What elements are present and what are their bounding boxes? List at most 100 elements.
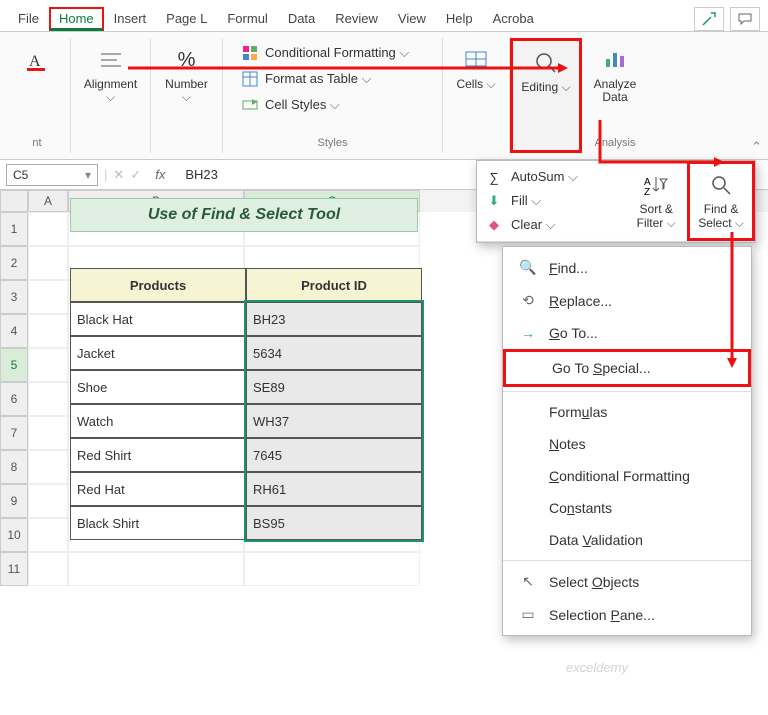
sort-filter-button[interactable]: AZ Sort & Filter <box>625 161 687 241</box>
row-head-7[interactable]: 7 <box>0 416 28 450</box>
format-as-table-button[interactable]: Format as Table <box>237 68 413 90</box>
menu-goto[interactable]: →Go To... <box>503 317 751 349</box>
row-head-9[interactable]: 9 <box>0 484 28 518</box>
tab-file[interactable]: File <box>8 7 49 30</box>
format-table-icon <box>241 70 259 88</box>
alignment-button[interactable]: Alignment <box>84 42 138 108</box>
autosum-button[interactable]: ∑ AutoSum <box>485 167 617 187</box>
pane-icon: ▭ <box>519 606 537 623</box>
menu-notes[interactable]: Notes <box>503 428 751 460</box>
row-head-11[interactable]: 11 <box>0 552 28 586</box>
enter-icon[interactable]: ✓ <box>130 167 141 183</box>
cell-product[interactable]: Black Hat <box>70 302 246 336</box>
row-head-4[interactable]: 4 <box>0 314 28 348</box>
tab-acrobat[interactable]: Acroba <box>483 7 544 30</box>
cell-product[interactable]: Red Shirt <box>70 438 246 472</box>
row-head-8[interactable]: 8 <box>0 450 28 484</box>
font-color-button[interactable]: A <box>10 42 64 82</box>
menu-constants[interactable]: Constants <box>503 492 751 524</box>
fx-icon[interactable]: fx <box>147 167 173 182</box>
share-button[interactable] <box>694 7 724 31</box>
tab-formulas[interactable]: Formul <box>217 7 277 30</box>
font-color-icon: A <box>23 46 51 74</box>
cell-pid[interactable]: BH23 <box>246 302 422 336</box>
goto-icon: → <box>519 325 537 341</box>
header-products[interactable]: Products <box>70 268 246 302</box>
cell-product[interactable]: Jacket <box>70 336 246 370</box>
select-all-corner[interactable] <box>0 190 28 212</box>
title-cell[interactable]: Use of Find & Select Tool <box>70 198 418 232</box>
menu-data-validation[interactable]: Data Validation <box>503 524 751 556</box>
cell-styles-icon <box>241 96 259 114</box>
find-icon: 🔍 <box>519 259 537 276</box>
tab-insert[interactable]: Insert <box>104 7 157 30</box>
row-head-6[interactable]: 6 <box>0 382 28 416</box>
collapse-ribbon-icon[interactable]: ⌃ <box>751 139 762 155</box>
cursor-icon: ↖ <box>519 573 537 590</box>
menu-selection-pane[interactable]: ▭Selection Pane... <box>503 598 751 631</box>
cancel-icon[interactable]: ✕ <box>113 167 124 183</box>
cell-styles-button[interactable]: Cell Styles <box>237 94 413 116</box>
find-select-button[interactable]: Find & Select <box>687 161 755 241</box>
menu-find[interactable]: 🔍Find... <box>503 251 751 284</box>
tab-home[interactable]: Home <box>49 7 104 31</box>
cell-pid[interactable]: BS95 <box>246 506 422 540</box>
alignment-icon <box>97 46 125 74</box>
autosum-icon: ∑ <box>485 170 503 185</box>
tab-pagelayout[interactable]: Page L <box>156 7 217 30</box>
row-head-1[interactable]: 1 <box>0 212 28 246</box>
autosum-label: AutoSum <box>511 169 578 185</box>
tab-data[interactable]: Data <box>278 7 325 30</box>
cell-product[interactable]: Shoe <box>70 370 246 404</box>
conditional-formatting-button[interactable]: Conditional Formatting <box>237 42 413 64</box>
header-product-id[interactable]: Product ID <box>246 268 422 302</box>
tab-help[interactable]: Help <box>436 7 483 30</box>
cell-pid[interactable]: 5634 <box>246 336 422 370</box>
cell-product[interactable]: Watch <box>70 404 246 438</box>
menu-cond-format[interactable]: Conditional Formatting <box>503 460 751 492</box>
cell-pid[interactable]: WH37 <box>246 404 422 438</box>
group-font-label: nt <box>32 133 41 149</box>
sort-filter-label: Sort & Filter <box>637 202 676 231</box>
analyze-data-button[interactable]: Analyze Data <box>588 42 642 108</box>
col-head-A[interactable]: A <box>28 190 68 212</box>
clear-icon: ◆ <box>485 217 503 233</box>
row-head-10[interactable]: 10 <box>0 518 28 552</box>
clear-button[interactable]: ◆ Clear <box>485 215 617 235</box>
cells-icon <box>462 46 490 74</box>
comments-button[interactable] <box>730 7 760 31</box>
fill-icon: ⬇ <box>485 193 503 209</box>
cell-product[interactable]: Black Shirt <box>70 506 246 540</box>
tab-review[interactable]: Review <box>325 7 388 30</box>
cell-product[interactable]: Red Hat <box>70 472 246 506</box>
editing-search-icon <box>532 49 560 77</box>
cond-format-label: Conditional Formatting <box>265 45 409 61</box>
analyze-icon <box>601 46 629 74</box>
fill-button[interactable]: ⬇ Fill <box>485 191 617 211</box>
name-box-value: C5 <box>13 168 28 182</box>
editing-button[interactable]: Editing <box>519 45 573 98</box>
find-select-icon <box>708 172 734 198</box>
svg-text:Z: Z <box>644 187 650 197</box>
menu-formulas[interactable]: Formulas <box>503 396 751 428</box>
find-select-menu: 🔍Find... ⟲Replace... →Go To... Go To Spe… <box>502 246 752 636</box>
menu-select-objects[interactable]: ↖Select Objects <box>503 565 751 598</box>
menu-replace[interactable]: ⟲Replace... <box>503 284 751 317</box>
cells-button[interactable]: Cells <box>449 42 503 95</box>
cell-pid[interactable]: RH61 <box>246 472 422 506</box>
editing-dropdown: ∑ AutoSum ⬇ Fill ◆ Clear AZ Sort & Filte… <box>476 160 756 243</box>
cell-pid[interactable]: 7645 <box>246 438 422 472</box>
number-button[interactable]: % Number <box>160 42 214 108</box>
name-box[interactable]: C5 ▾ <box>6 164 98 186</box>
menu-goto-special[interactable]: Go To Special... <box>503 349 751 387</box>
cell-pid[interactable]: SE89 <box>246 370 422 404</box>
row-head-5[interactable]: 5 <box>0 348 28 382</box>
data-table: Products Product ID Black HatBH23 Jacket… <box>70 268 422 540</box>
tab-view[interactable]: View <box>388 7 436 30</box>
row-head-3[interactable]: 3 <box>0 280 28 314</box>
format-table-label: Format as Table <box>265 71 371 87</box>
ribbon-tabs: File Home Insert Page L Formul Data Revi… <box>0 0 768 32</box>
clear-label: Clear <box>511 217 556 233</box>
cell-styles-label: Cell Styles <box>265 97 340 113</box>
row-head-2[interactable]: 2 <box>0 246 28 280</box>
